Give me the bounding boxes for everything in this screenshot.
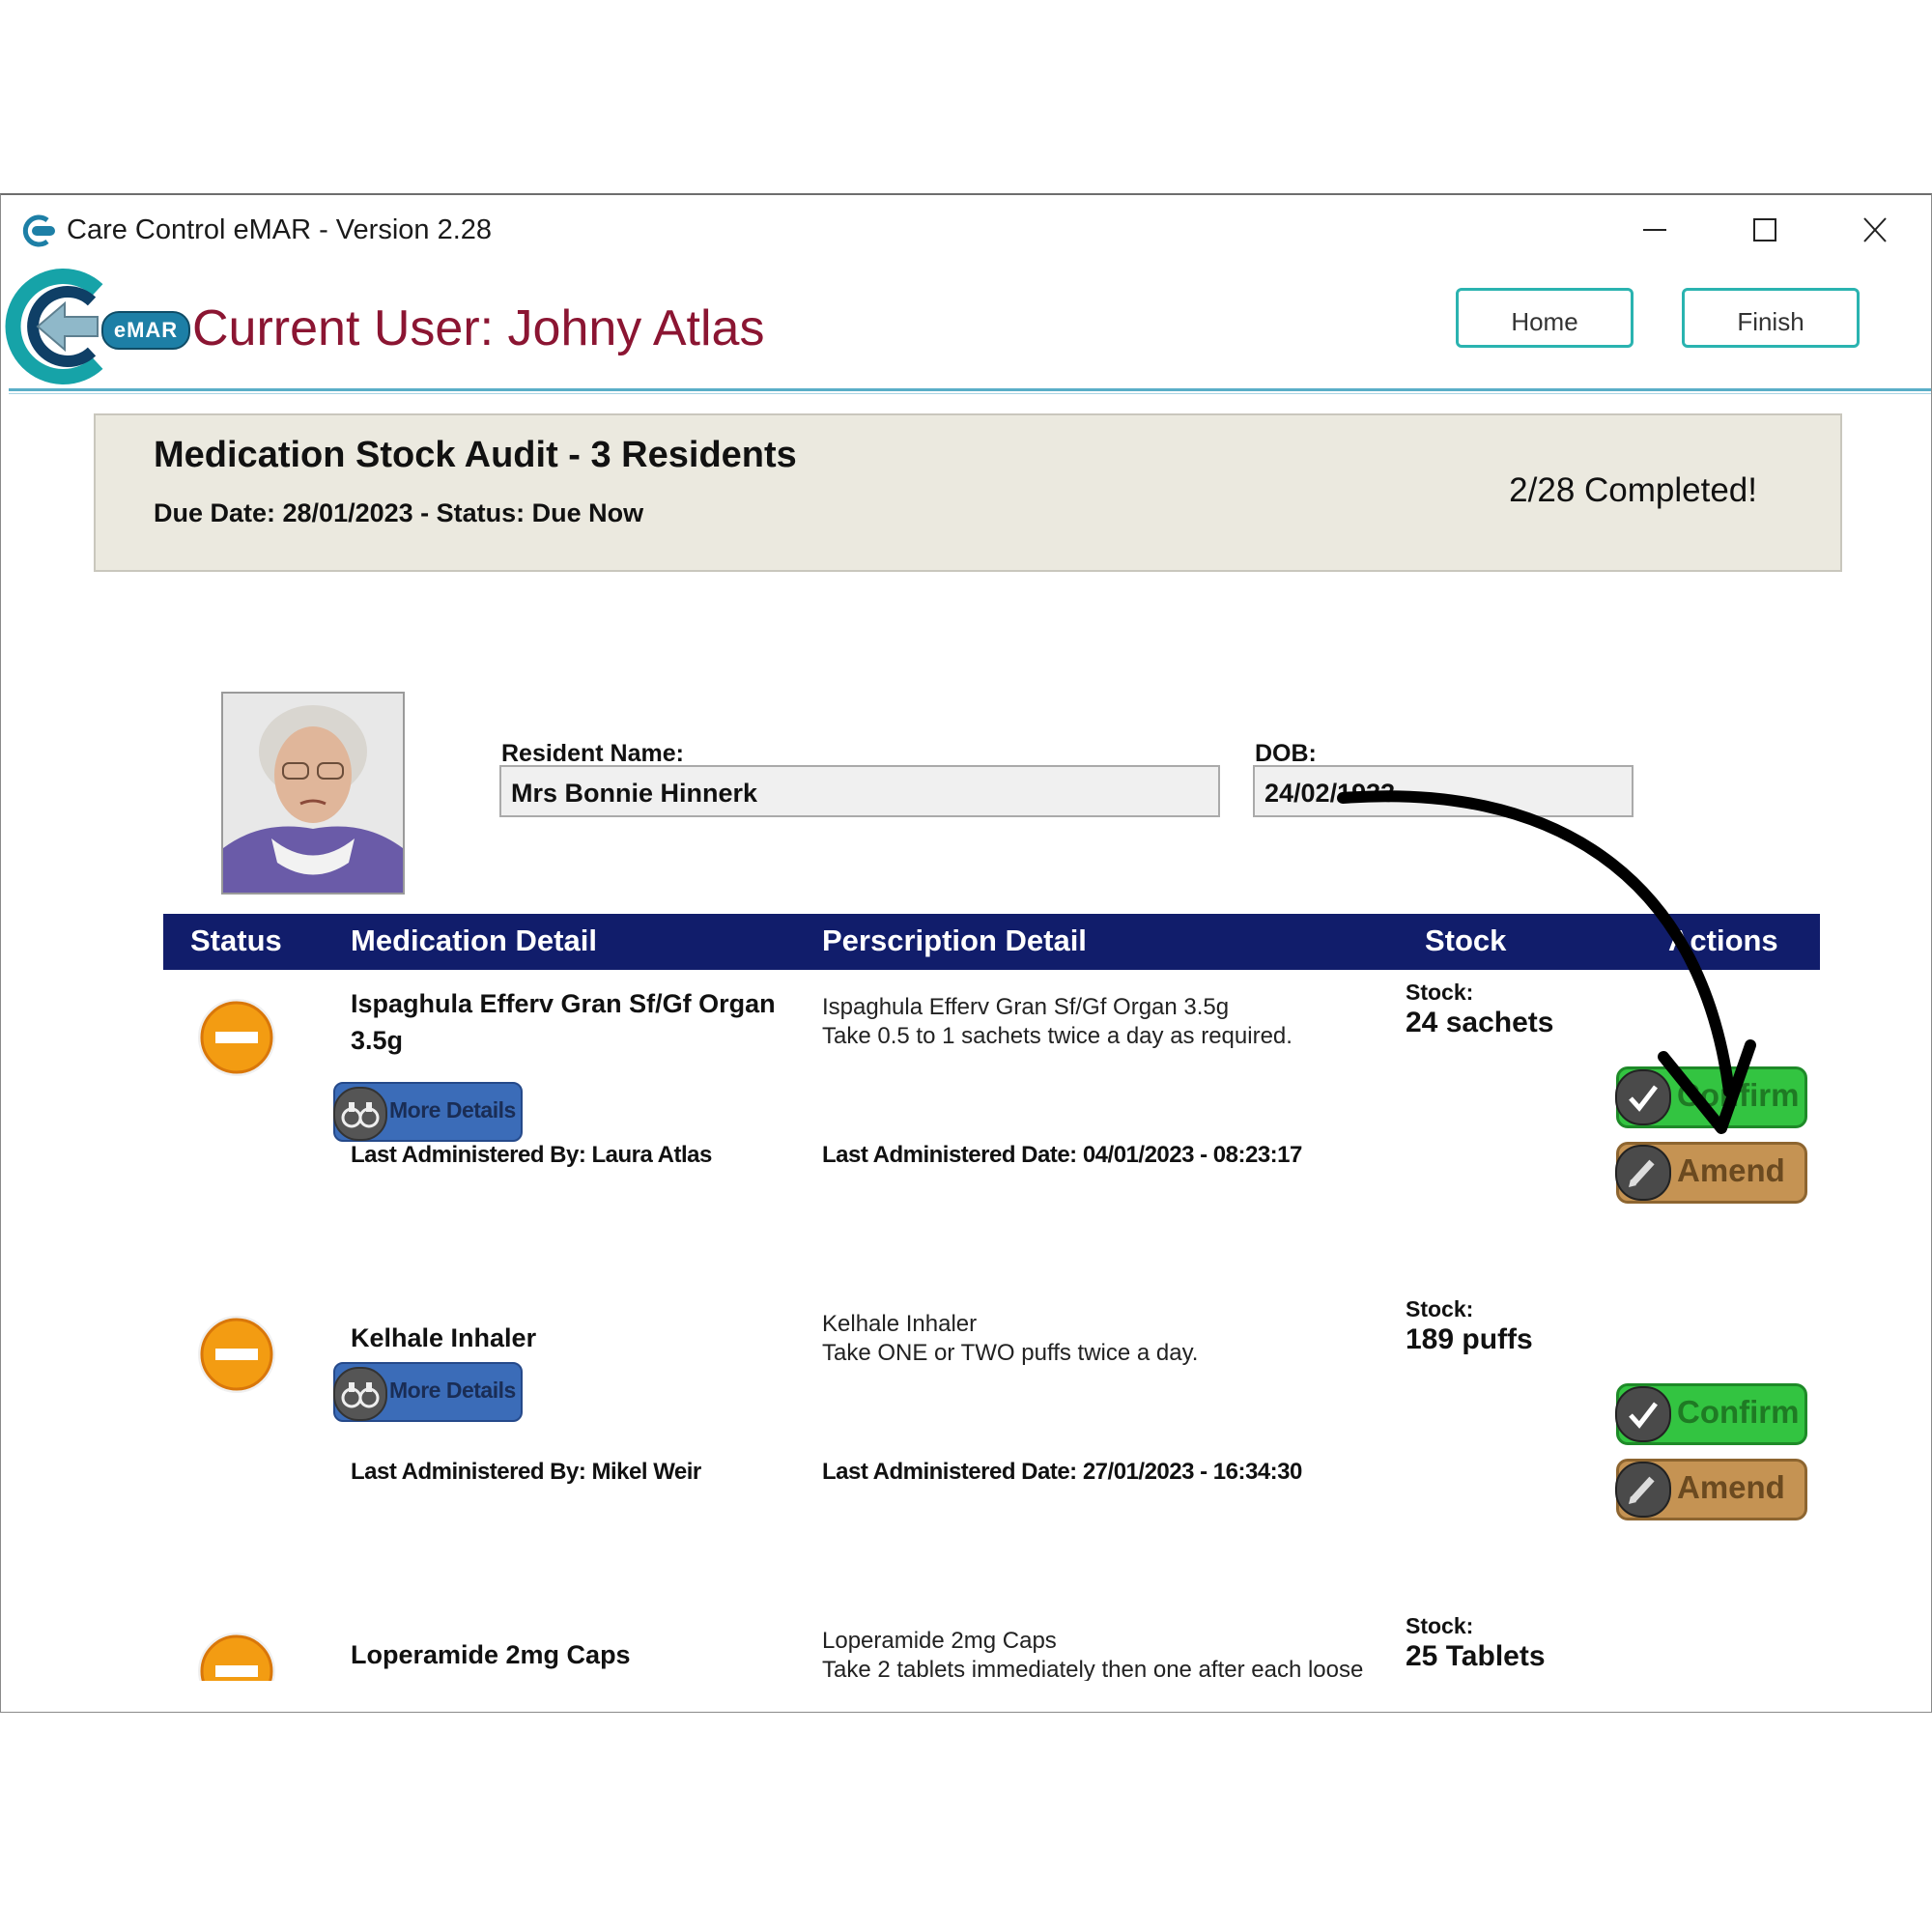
minus-circle-icon bbox=[198, 999, 275, 1076]
confirm-label: Confirm bbox=[1677, 1394, 1800, 1430]
header-status: Status bbox=[190, 923, 282, 957]
minus-circle-icon bbox=[198, 1316, 275, 1393]
prescription-line-2: Take 0.5 to 1 sachets twice a day as req… bbox=[822, 1023, 1293, 1049]
app-window: Care Control eMAR - Version 2.28 eMAR Cu… bbox=[0, 193, 1932, 1713]
stock-label: Stock: bbox=[1406, 1613, 1474, 1638]
audit-title: Medication Stock Audit - 3 Residents bbox=[154, 435, 797, 475]
medication-table-header: Status Medication Detail Perscription De… bbox=[163, 914, 1820, 970]
stock-value: 189 puffs bbox=[1406, 1323, 1533, 1355]
header-divider bbox=[9, 388, 1931, 391]
audit-summary-panel: Medication Stock Audit - 3 Residents Due… bbox=[94, 413, 1842, 572]
finish-button[interactable]: Finish bbox=[1682, 288, 1860, 348]
confirm-button[interactable]: Confirm bbox=[1615, 1066, 1807, 1128]
more-details-label: More Details bbox=[389, 1378, 516, 1403]
confirm-label: Confirm bbox=[1677, 1077, 1800, 1113]
audit-progress: 2/28 Completed! bbox=[1509, 471, 1757, 509]
more-details-button[interactable]: More Details bbox=[333, 1082, 523, 1142]
home-button[interactable]: Home bbox=[1456, 288, 1634, 348]
medication-name: Ispaghula Efferv Gran Sf/Gf Organ 3.5g bbox=[351, 989, 776, 1055]
close-button[interactable] bbox=[1846, 209, 1904, 251]
title-bar: Care Control eMAR - Version 2.28 bbox=[1, 195, 1931, 261]
last-administered-date: Last Administered Date: 04/01/2023 - 08:… bbox=[822, 1142, 1302, 1168]
resident-photo bbox=[221, 692, 405, 895]
emar-badge: eMAR bbox=[101, 311, 190, 350]
binoculars-icon bbox=[333, 1367, 387, 1421]
resident-name-field: Mrs Bonnie Hinnerk bbox=[499, 765, 1220, 817]
last-administered-date: Last Administered Date: 27/01/2023 - 16:… bbox=[822, 1459, 1302, 1485]
checkmark-icon bbox=[1615, 1069, 1671, 1125]
more-details-button[interactable]: More Details bbox=[333, 1362, 523, 1422]
stock-label: Stock: bbox=[1406, 1296, 1474, 1321]
last-administered-by: Last Administered By: Laura Atlas bbox=[351, 1142, 712, 1168]
medication-name: Kelhale Inhaler bbox=[351, 1323, 537, 1352]
audit-due-status: Due Date: 28/01/2023 - Status: Due Now bbox=[154, 498, 644, 527]
amend-label: Amend bbox=[1677, 1469, 1785, 1505]
prescription-line-1: Ispaghula Efferv Gran Sf/Gf Organ 3.5g bbox=[822, 994, 1230, 1020]
amend-label: Amend bbox=[1677, 1152, 1785, 1188]
content-clip bbox=[1, 1681, 1931, 1712]
care-control-logo-icon bbox=[5, 269, 103, 384]
resident-name-label: Resident Name: bbox=[501, 740, 684, 767]
prescription-line-1: Loperamide 2mg Caps bbox=[822, 1628, 1057, 1654]
stock-value: 25 Tablets bbox=[1406, 1640, 1546, 1672]
prescription-line-2: Take ONE or TWO puffs twice a day. bbox=[822, 1340, 1199, 1366]
last-administered-by: Last Administered By: Mikel Weir bbox=[351, 1459, 701, 1485]
pencil-icon bbox=[1615, 1145, 1671, 1201]
close-icon bbox=[1863, 217, 1887, 242]
checkmark-icon bbox=[1615, 1386, 1671, 1442]
window-title: Care Control eMAR - Version 2.28 bbox=[67, 214, 493, 245]
dob-label: DOB: bbox=[1255, 740, 1317, 767]
prescription-line-1: Kelhale Inhaler bbox=[822, 1311, 978, 1337]
dob-field: 24/02/1933 bbox=[1253, 765, 1634, 817]
stock-label: Stock: bbox=[1406, 980, 1474, 1005]
header-stock: Stock bbox=[1425, 923, 1507, 957]
maximize-icon bbox=[1753, 218, 1776, 242]
amend-button[interactable]: Amend bbox=[1615, 1142, 1807, 1204]
stock-value: 24 sachets bbox=[1406, 1007, 1554, 1038]
app-logo-icon bbox=[22, 214, 55, 247]
more-details-label: More Details bbox=[389, 1097, 516, 1122]
minimize-icon bbox=[1643, 229, 1666, 231]
header-divider-secondary bbox=[9, 393, 1931, 394]
maximize-button[interactable] bbox=[1736, 209, 1794, 251]
pencil-icon bbox=[1615, 1462, 1671, 1518]
header-prescription-detail: Perscription Detail bbox=[822, 923, 1087, 957]
header-actions: Actions bbox=[1668, 923, 1778, 957]
current-user-label: Current User: Johny Atlas bbox=[192, 300, 765, 356]
binoculars-icon bbox=[333, 1087, 387, 1141]
header-medication-detail: Medication Detail bbox=[351, 923, 597, 957]
confirm-button[interactable]: Confirm bbox=[1615, 1383, 1807, 1445]
amend-button[interactable]: Amend bbox=[1615, 1459, 1807, 1520]
app-header: eMAR Current User: Johny Atlas Home Fini… bbox=[1, 261, 1931, 394]
medication-name: Loperamide 2mg Caps bbox=[351, 1640, 631, 1669]
minimize-button[interactable] bbox=[1626, 209, 1684, 251]
